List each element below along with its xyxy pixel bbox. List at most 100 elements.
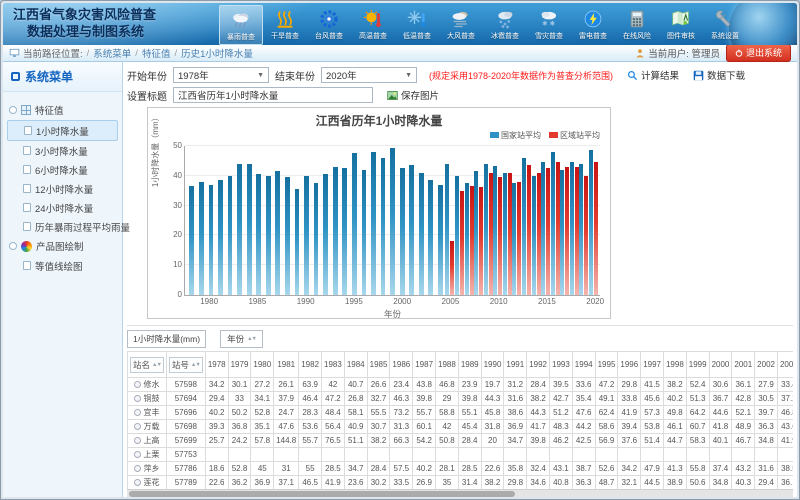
bar-national-1998[interactable]	[381, 158, 386, 295]
year-column-header[interactable]: 1982	[299, 352, 322, 378]
row-expand-icon[interactable]	[134, 409, 141, 416]
bar-national-1981[interactable]	[218, 180, 223, 295]
bar-national-1989[interactable]	[295, 189, 300, 295]
row-expand-icon[interactable]	[134, 395, 141, 402]
bar-national-1987[interactable]	[275, 171, 280, 295]
calculate-button[interactable]: 计算结果	[627, 68, 679, 82]
year-column-header[interactable]: 1995	[595, 352, 618, 378]
bar-national-2009[interactable]	[484, 164, 488, 295]
bar-national-1991[interactable]	[314, 183, 319, 295]
bar-national-2007[interactable]	[465, 183, 469, 295]
year-column-header[interactable]: 1987	[413, 352, 436, 378]
nav-item-图件审核[interactable]: 图件审核	[659, 5, 703, 45]
tree-item-6小时降水量[interactable]: 6小时降水量	[7, 160, 118, 179]
bar-national-2012[interactable]	[512, 183, 516, 295]
station-name-cell[interactable]: 上栗	[128, 448, 167, 462]
row-expand-icon[interactable]	[134, 465, 141, 472]
nav-item-干旱普查[interactable]: 干旱普查	[263, 5, 307, 45]
nav-item-雷电普查[interactable]: 雷电普查	[571, 5, 615, 45]
bar-national-2000[interactable]	[400, 168, 405, 295]
bar-national-2013[interactable]	[522, 158, 526, 295]
station-name-cell[interactable]: 万载	[128, 420, 167, 434]
scrollbar-thumb[interactable]	[129, 491, 515, 497]
year-column-header[interactable]: 2002	[755, 352, 778, 378]
year-column-header[interactable]: 1984	[344, 352, 367, 378]
breadcrumb-item[interactable]: 历史1小时降水量	[181, 46, 253, 60]
station-id-sort[interactable]: 站号▲▼	[169, 357, 203, 373]
year-column-header[interactable]: 1993	[550, 352, 573, 378]
nav-item-在线风险[interactable]: 在线风险	[615, 5, 659, 45]
bar-regional-2020[interactable]	[594, 162, 598, 295]
download-button[interactable]: 数据下载	[693, 68, 745, 82]
expand-toggle-icon[interactable]	[9, 106, 17, 114]
expand-toggle-icon[interactable]	[9, 242, 17, 250]
year-column-header[interactable]: 1988	[436, 352, 459, 378]
chart-title-input[interactable]	[173, 87, 373, 103]
row-expand-icon[interactable]	[134, 479, 141, 486]
nav-item-冰雹普查[interactable]: 冰雹普查	[483, 5, 527, 45]
tree-item-3小时降水量[interactable]: 3小时降水量	[7, 141, 118, 160]
year-column-header[interactable]: 1985	[367, 352, 390, 378]
bar-national-2020[interactable]	[589, 150, 593, 295]
year-column-header[interactable]: 1992	[527, 352, 550, 378]
row-expand-icon[interactable]	[134, 437, 141, 444]
bar-national-2015[interactable]	[541, 162, 545, 295]
start-year-select[interactable]: 1978年 ▼	[173, 67, 269, 83]
bar-national-2005[interactable]	[445, 164, 449, 295]
bar-national-2017[interactable]	[560, 170, 564, 295]
year-column-header[interactable]: 1981	[274, 352, 299, 378]
station-name-cell[interactable]: 上高	[128, 434, 167, 448]
bar-national-2004[interactable]	[438, 185, 443, 295]
year-column-header[interactable]: 1990	[481, 352, 504, 378]
bar-national-1983[interactable]	[237, 164, 242, 295]
year-column-header[interactable]: 1983	[322, 352, 345, 378]
bar-national-1979[interactable]	[199, 182, 204, 295]
nav-item-大风普查[interactable]: 大风普查	[439, 5, 483, 45]
year-column-header[interactable]: 1986	[390, 352, 413, 378]
station-name-cell[interactable]: 铜鼓	[128, 392, 167, 406]
tree-item-1小时降水量[interactable]: 1小时降水量	[7, 120, 118, 141]
nav-item-系统设置[interactable]: 系统设置	[703, 5, 747, 45]
tree-item-历年暴雨过程平均雨量[interactable]: 历年暴雨过程平均雨量	[7, 217, 118, 236]
year-column-header[interactable]: 1978	[205, 352, 228, 378]
bar-national-1984[interactable]	[247, 164, 252, 295]
bar-national-2001[interactable]	[409, 165, 414, 295]
bar-national-1994[interactable]	[342, 168, 347, 295]
nav-item-低温普查[interactable]: 低温普查	[395, 5, 439, 45]
end-year-select[interactable]: 2020年 ▼	[321, 67, 417, 83]
bar-national-2002[interactable]	[419, 173, 424, 295]
exit-system-button[interactable]: 退出系统	[726, 44, 791, 62]
save-image-button[interactable]: 保存图片	[387, 88, 439, 102]
bar-national-2016[interactable]	[551, 152, 555, 295]
tree-item-等值线绘图[interactable]: 等值线绘图	[7, 256, 118, 275]
nav-item-雪灾普查[interactable]: 雪灾普查	[527, 5, 571, 45]
bar-national-2008[interactable]	[474, 171, 478, 295]
station-name-cell[interactable]: 萍乡	[128, 462, 167, 476]
bar-national-1988[interactable]	[285, 177, 290, 295]
bar-national-1993[interactable]	[333, 167, 338, 295]
bar-national-1999[interactable]	[390, 148, 395, 296]
year-column-header[interactable]: 1979	[228, 352, 251, 378]
bar-national-1996[interactable]	[362, 170, 367, 295]
bar-national-1990[interactable]	[304, 176, 309, 295]
year-column-header[interactable]: 1999	[686, 352, 709, 378]
bar-national-1985[interactable]	[256, 174, 261, 295]
year-column-header[interactable]: 1997	[641, 352, 664, 378]
year-sort-control[interactable]: 年份 ▲▼	[220, 330, 263, 348]
bar-national-2006[interactable]	[455, 176, 459, 295]
bar-national-1986[interactable]	[266, 176, 271, 295]
bar-national-1980[interactable]	[209, 185, 214, 295]
row-expand-icon[interactable]	[134, 423, 141, 430]
bar-national-2019[interactable]	[579, 164, 583, 295]
tree-item-24小时降水量[interactable]: 24小时降水量	[7, 198, 118, 217]
station-name-cell[interactable]: 宜丰	[128, 406, 167, 420]
station-name-sort[interactable]: 站名▲▼	[130, 357, 164, 373]
row-expand-icon[interactable]	[134, 381, 141, 388]
tree-item-12小时降水量[interactable]: 12小时降水量	[7, 179, 118, 198]
bar-national-2010[interactable]	[493, 166, 497, 295]
tree-group-特征值[interactable]: 特征值	[7, 100, 118, 120]
year-column-header[interactable]: 2003	[777, 352, 793, 378]
nav-item-台风普查[interactable]: 台风普查	[307, 5, 351, 45]
year-column-header[interactable]: 1998	[663, 352, 686, 378]
bar-national-1982[interactable]	[228, 176, 233, 295]
